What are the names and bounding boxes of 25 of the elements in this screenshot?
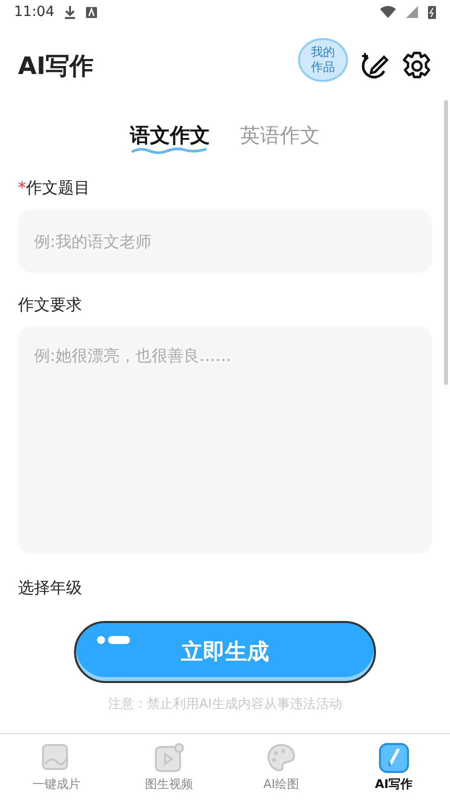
generate-button[interactable]: 立即生成	[74, 621, 376, 683]
field-label: *作文题目	[18, 178, 91, 199]
my-works-badge[interactable]: 我的作品	[298, 38, 348, 82]
nav-item[interactable]: 图生视频	[112, 734, 225, 800]
magic-pen-icon[interactable]	[360, 51, 390, 81]
settings-icon[interactable]	[402, 51, 432, 81]
nav-item[interactable]: AI写作	[338, 734, 450, 800]
battery-icon	[428, 5, 436, 19]
pen-icon	[378, 742, 410, 774]
tab[interactable]: 英语作文	[240, 122, 320, 154]
signal-icon	[406, 6, 418, 18]
wifi-icon	[380, 6, 396, 18]
page-title: AI写作	[18, 51, 95, 82]
notification-icon	[86, 6, 98, 18]
requirement-input-field[interactable]: 例:她很漂亮，也很善良……	[18, 326, 432, 554]
palette-icon	[265, 742, 298, 774]
download-icon	[64, 5, 76, 19]
field-label: 选择年级	[18, 578, 83, 599]
status-time: 11:04	[14, 4, 54, 20]
title-input-field[interactable]: 例:我的语文老师	[18, 209, 432, 273]
shine-icon	[96, 635, 132, 645]
tab[interactable]: 语文作文	[130, 122, 210, 154]
field-label: 作文要求	[18, 295, 83, 316]
nav-item[interactable]: 一键成片	[0, 734, 112, 800]
nav-item[interactable]: AI绘图	[225, 734, 338, 800]
